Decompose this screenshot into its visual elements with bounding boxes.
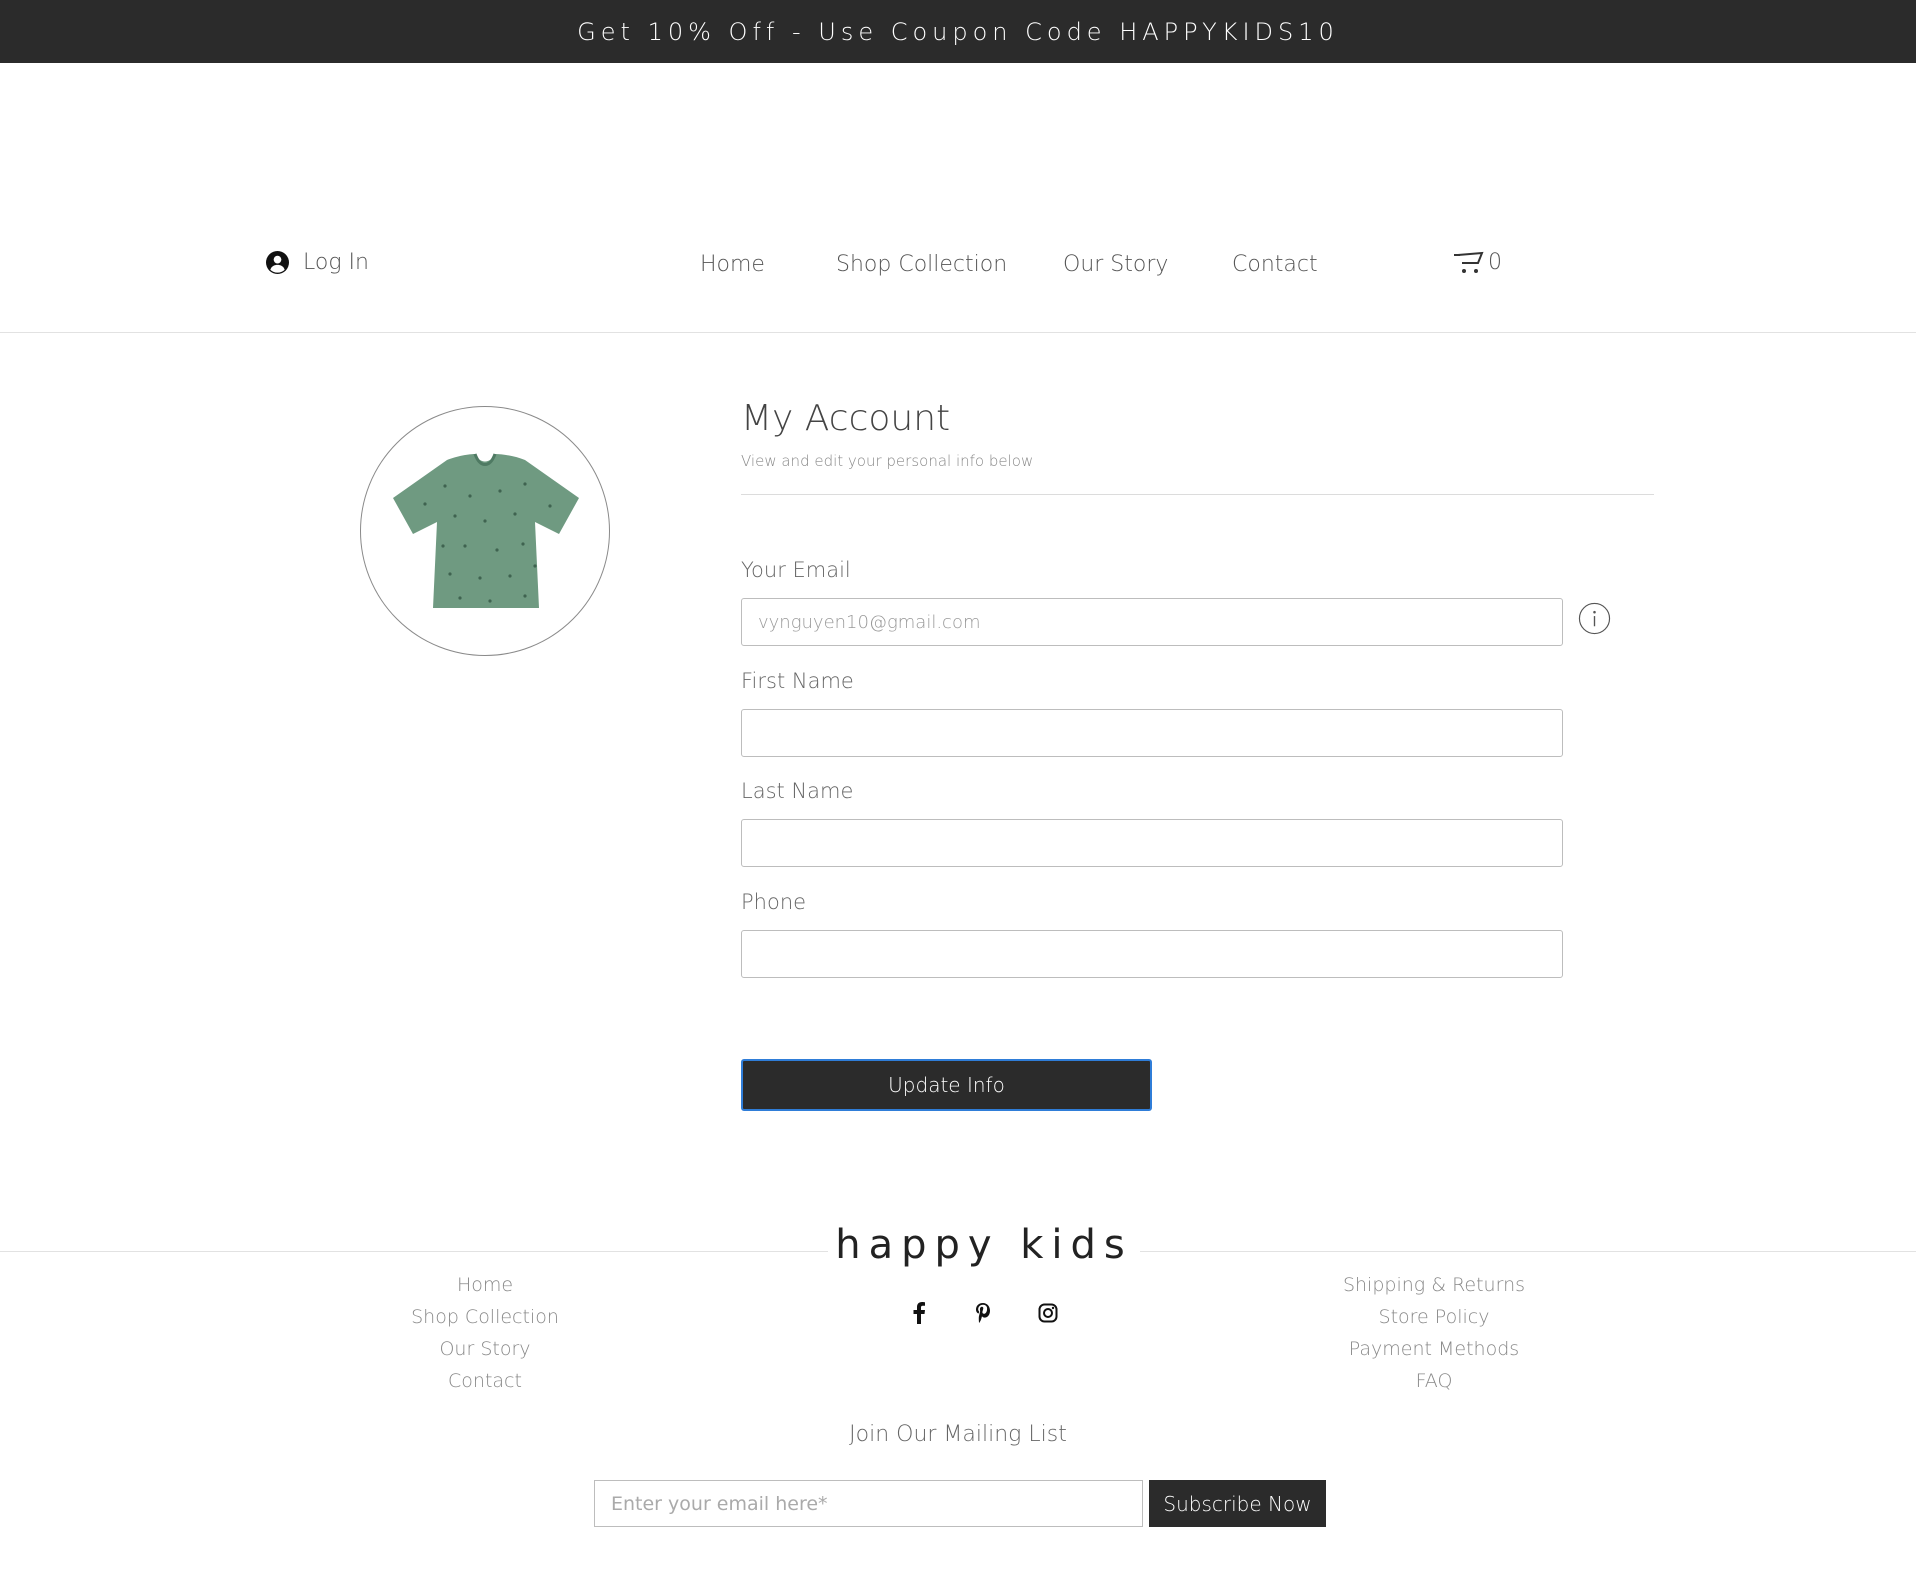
nav-our-story[interactable]: Our Story [1063, 252, 1168, 277]
user-circle-icon [266, 251, 289, 274]
login-label: Log In [303, 250, 369, 275]
first-name-field[interactable] [741, 709, 1563, 757]
info-icon[interactable] [1578, 602, 1611, 635]
nav-contact[interactable]: Contact [1232, 252, 1318, 277]
mailing-list-title: Join Our Mailing List [849, 1422, 1067, 1447]
footer-link-home[interactable]: Home [457, 1274, 513, 1296]
green-tshirt-image [393, 453, 579, 608]
phone-field[interactable] [741, 930, 1563, 978]
login-button[interactable]: Log In [266, 250, 369, 275]
instagram-link[interactable] [1035, 1300, 1061, 1326]
phone-label: Phone [741, 890, 807, 914]
facebook-icon [913, 1302, 925, 1324]
cart-icon [1454, 251, 1484, 273]
last-name-label: Last Name [741, 779, 854, 803]
footer-divider-left [0, 1251, 828, 1252]
email-field[interactable]: vynguyen10@gmail.com [741, 598, 1563, 646]
footer-link-contact[interactable]: Contact [448, 1370, 522, 1392]
update-info-button[interactable]: Update Info [741, 1059, 1152, 1111]
instagram-icon [1038, 1303, 1058, 1323]
nav-shop-collection[interactable]: Shop Collection [836, 252, 1007, 277]
title-divider [741, 494, 1654, 495]
promo-text: Get 10% Off - Use Coupon Code HAPPYKIDS1… [577, 17, 1339, 46]
first-name-label: First Name [741, 669, 854, 693]
facebook-link[interactable] [906, 1300, 932, 1326]
subscribe-button[interactable]: Subscribe Now [1149, 1480, 1326, 1527]
brand-logo[interactable]: happy kids [828, 1222, 1140, 1268]
pinterest-icon [976, 1303, 990, 1323]
page-title: My Account [741, 398, 951, 439]
footer-link-store-policy[interactable]: Store Policy [1379, 1306, 1490, 1328]
profile-avatar[interactable] [360, 406, 610, 656]
footer-link-our-story[interactable]: Our Story [439, 1338, 530, 1360]
footer-link-shipping-returns[interactable]: Shipping & Returns [1343, 1274, 1525, 1296]
nav-home[interactable]: Home [700, 252, 765, 277]
footer-nav-left: Home Shop Collection Our Story Contact [385, 1274, 585, 1392]
header-divider [0, 332, 1916, 333]
pinterest-link[interactable] [970, 1300, 996, 1326]
promo-banner: Get 10% Off - Use Coupon Code HAPPYKIDS1… [0, 0, 1916, 63]
footer-divider-right [1140, 1251, 1916, 1252]
cart-button[interactable]: 0 [1452, 250, 1502, 275]
page-subtitle: View and edit your personal info below [741, 452, 1034, 470]
footer-nav-right: Shipping & Returns Store Policy Payment … [1334, 1274, 1534, 1392]
newsletter-email-input[interactable] [594, 1480, 1143, 1527]
footer-link-faq[interactable]: FAQ [1416, 1370, 1453, 1392]
footer-link-shop-collection[interactable]: Shop Collection [411, 1306, 559, 1328]
cart-count: 0 [1488, 250, 1502, 275]
last-name-field[interactable] [741, 819, 1563, 867]
email-label: Your Email [741, 558, 851, 582]
footer-link-payment-methods[interactable]: Payment Methods [1349, 1338, 1519, 1360]
